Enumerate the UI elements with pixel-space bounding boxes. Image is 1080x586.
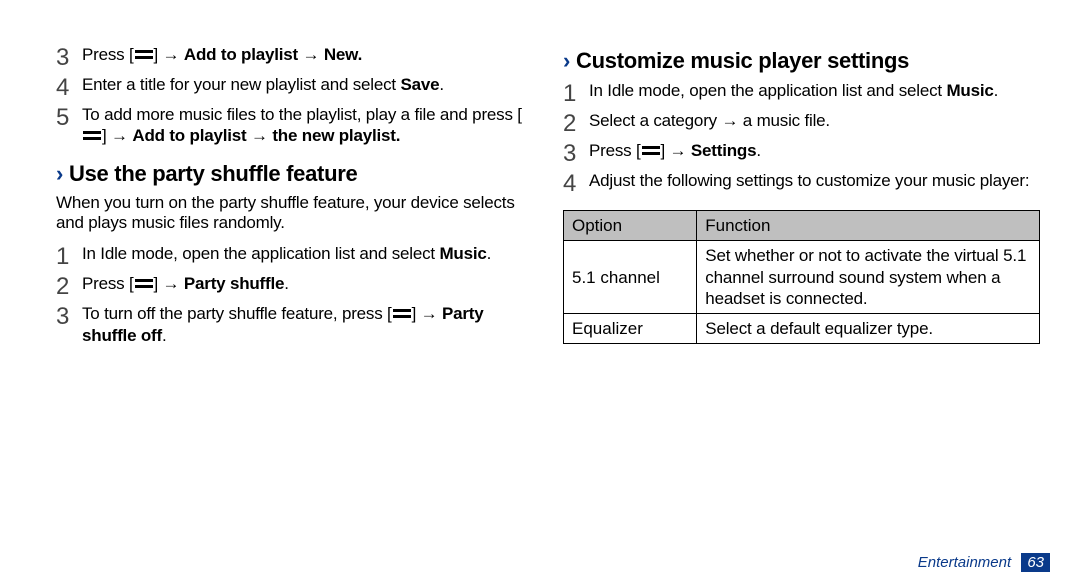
- manual-page: 3 Press [ ] → Add to playlist → New. 4 En…: [0, 0, 1080, 586]
- step: 3 To turn off the party shuffle feature,…: [56, 303, 529, 346]
- table-row: Equalizer Select a default equalizer typ…: [564, 314, 1040, 344]
- text-fragment: Press [: [82, 274, 134, 293]
- text-fragment: ] →: [154, 274, 184, 293]
- text-fragment: Music: [946, 81, 993, 100]
- menu-icon: [393, 308, 411, 320]
- table-row: 5.1 channel Set whether or not to activa…: [564, 241, 1040, 314]
- menu-icon: [642, 145, 660, 157]
- text-fragment: Press [: [589, 141, 641, 160]
- text-fragment: .: [487, 244, 492, 263]
- page-footer: Entertainment 63: [918, 553, 1050, 572]
- text-fragment: .: [162, 326, 167, 345]
- chevron-icon: ›: [563, 48, 570, 74]
- text-fragment: Add to playlist → the new playlist.: [132, 126, 400, 145]
- text-fragment: ] →: [661, 141, 691, 160]
- text-fragment: .: [284, 274, 289, 293]
- step-number: 2: [563, 110, 589, 136]
- text-fragment: ] →: [154, 45, 184, 64]
- text-fragment: Music: [439, 244, 486, 263]
- step-number: 2: [56, 273, 82, 299]
- text-fragment: Enter a title for your new playlist and …: [82, 75, 400, 94]
- step: 1 In Idle mode, open the application lis…: [56, 243, 529, 269]
- heading-text: Use the party shuffle feature: [69, 161, 357, 187]
- step-number: 4: [563, 170, 589, 196]
- step-text: In Idle mode, open the application list …: [589, 80, 1040, 101]
- left-column: 3 Press [ ] → Add to playlist → New. 4 En…: [56, 40, 553, 566]
- text-fragment: Save: [400, 75, 439, 94]
- table-header-row: Option Function: [564, 211, 1040, 241]
- customize-steps: 1 In Idle mode, open the application lis…: [563, 80, 1040, 196]
- step: 3 Press [ ] → Add to playlist → New.: [56, 44, 529, 70]
- text-fragment: Settings: [691, 141, 756, 160]
- cell-option: 5.1 channel: [564, 241, 697, 314]
- text-fragment: Press [: [82, 45, 134, 64]
- step: 4 Adjust the following settings to custo…: [563, 170, 1040, 196]
- text-fragment: .: [994, 81, 999, 100]
- cell-function: Set whether or not to activate the virtu…: [697, 241, 1040, 314]
- step: 3 Press [ ] → Settings.: [563, 140, 1040, 166]
- step-number: 3: [56, 44, 82, 70]
- text-fragment: To add more music files to the playlist,…: [82, 105, 522, 124]
- text-fragment: .: [756, 141, 761, 160]
- playlist-steps: 3 Press [ ] → Add to playlist → New. 4 En…: [56, 44, 529, 147]
- step-text: Select a category → a music file.: [589, 110, 1040, 131]
- step-number: 1: [563, 80, 589, 106]
- text-fragment: In Idle mode, open the application list …: [589, 81, 946, 100]
- step: 5 To add more music files to the playlis…: [56, 104, 529, 147]
- step-text: To add more music files to the playlist,…: [82, 104, 529, 147]
- step-text: To turn off the party shuffle feature, p…: [82, 303, 529, 346]
- step-number: 1: [56, 243, 82, 269]
- right-column: › Customize music player settings 1 In I…: [553, 40, 1050, 566]
- party-shuffle-heading: › Use the party shuffle feature: [56, 161, 529, 187]
- step: 2 Select a category → a music file.: [563, 110, 1040, 136]
- text-fragment: Add to playlist → New.: [184, 45, 362, 64]
- party-shuffle-intro: When you turn on the party shuffle featu…: [56, 193, 529, 234]
- header-function: Function: [697, 211, 1040, 241]
- chevron-icon: ›: [56, 161, 63, 187]
- step-text: Press [ ] → Add to playlist → New.: [82, 44, 529, 65]
- text-fragment: ] →: [102, 126, 132, 145]
- text-fragment: ] →: [412, 304, 442, 323]
- text-fragment: To turn off the party shuffle feature, p…: [82, 304, 392, 323]
- page-number: 63: [1021, 553, 1050, 572]
- step: 1 In Idle mode, open the application lis…: [563, 80, 1040, 106]
- text-fragment: In Idle mode, open the application list …: [82, 244, 439, 263]
- menu-icon: [135, 278, 153, 290]
- cell-option: Equalizer: [564, 314, 697, 344]
- step-number: 3: [563, 140, 589, 166]
- footer-section: Entertainment: [918, 554, 1011, 571]
- step: 4 Enter a title for your new playlist an…: [56, 74, 529, 100]
- cell-function: Select a default equalizer type.: [697, 314, 1040, 344]
- step-text: Enter a title for your new playlist and …: [82, 74, 529, 95]
- menu-icon: [135, 49, 153, 61]
- text-fragment: .: [439, 75, 444, 94]
- heading-text: Customize music player settings: [576, 48, 909, 74]
- header-option: Option: [564, 211, 697, 241]
- step: 2 Press [ ] → Party shuffle.: [56, 273, 529, 299]
- menu-icon: [83, 130, 101, 142]
- step-text: Press [ ] → Settings.: [589, 140, 1040, 161]
- step-number: 5: [56, 104, 82, 130]
- step-text: Adjust the following settings to customi…: [589, 170, 1040, 191]
- step-number: 4: [56, 74, 82, 100]
- text-fragment: Party shuffle: [184, 274, 284, 293]
- settings-table: Option Function 5.1 channel Set whether …: [563, 210, 1040, 344]
- customize-heading: › Customize music player settings: [563, 48, 1040, 74]
- step-number: 3: [56, 303, 82, 329]
- step-text: In Idle mode, open the application list …: [82, 243, 529, 264]
- party-shuffle-steps: 1 In Idle mode, open the application lis…: [56, 243, 529, 346]
- step-text: Press [ ] → Party shuffle.: [82, 273, 529, 294]
